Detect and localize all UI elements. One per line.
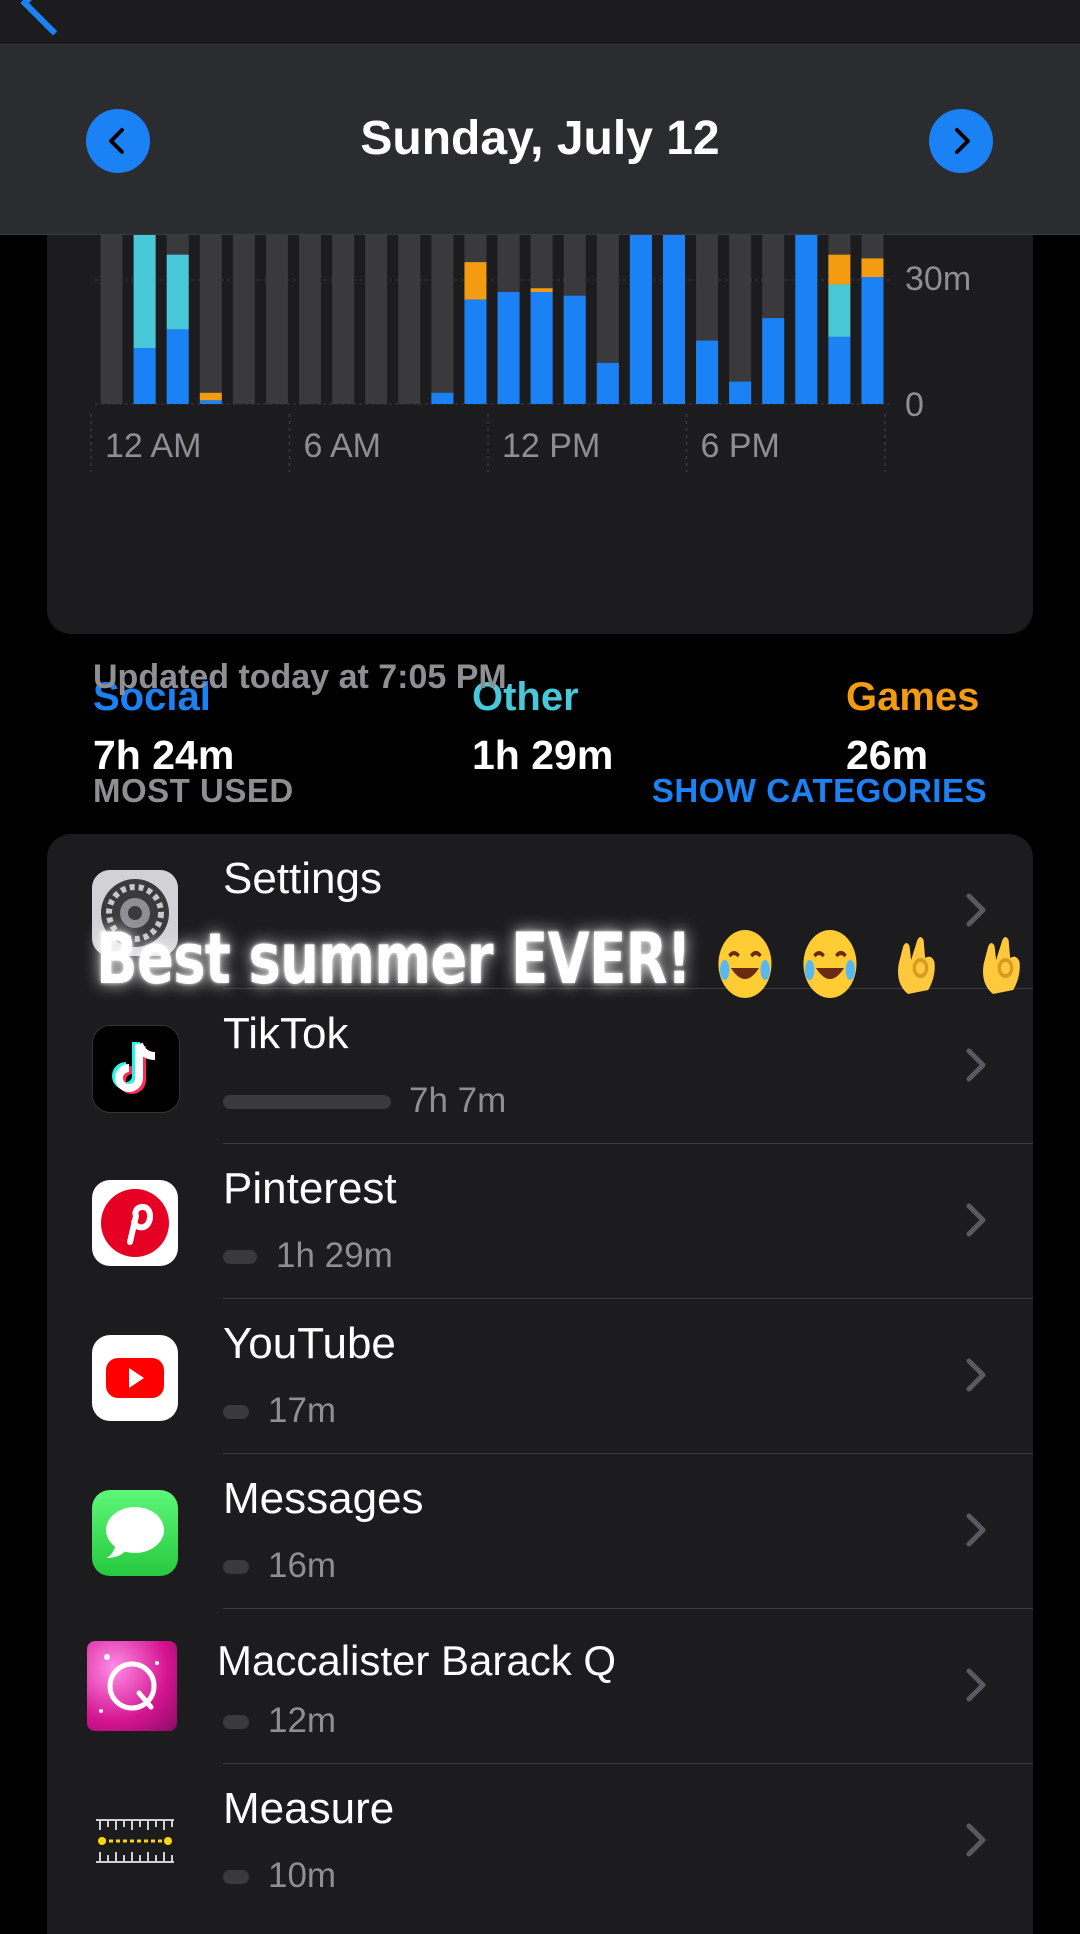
- usage-value: 17m: [268, 1391, 337, 1430]
- bar-segment-social: [166, 329, 189, 404]
- legend-games: Games 26m: [846, 675, 979, 779]
- chevron-right-icon: [966, 1823, 986, 1857]
- bar-segment-games: [530, 288, 553, 292]
- q-app-icon: [87, 1641, 177, 1731]
- app-name: Maccalister Barack Q: [217, 1637, 617, 1684]
- usage-value: 10m: [268, 1856, 337, 1895]
- back-chevron-icon[interactable]: [20, 0, 86, 36]
- usage-value: 16m: [268, 1546, 337, 1585]
- app-name: Settings: [223, 854, 382, 903]
- usage-value: 7h 7m: [409, 1081, 507, 1120]
- bar-segment-social: [199, 400, 222, 404]
- tiktok-icon: [92, 1025, 180, 1113]
- pinterest-icon: [92, 1180, 178, 1266]
- usage-value: 12m: [268, 1701, 337, 1740]
- measure-icon: [92, 1800, 178, 1886]
- app-row-q-app[interactable]: Maccalister Barack Q 12m: [47, 1609, 1033, 1764]
- bar-segment-social: [464, 299, 487, 404]
- app-row-messages[interactable]: Messages 16m: [47, 1454, 1033, 1609]
- chevron-right-icon: [966, 1358, 986, 1392]
- bar-segment-games: [199, 392, 222, 401]
- x-tick-label: 6 PM: [701, 427, 780, 465]
- chevron-right-icon: [966, 1513, 986, 1547]
- app-row-youtube[interactable]: YouTube 17m: [47, 1299, 1033, 1454]
- chevron-right-icon: [955, 128, 970, 154]
- chevron-right-icon: [966, 1048, 986, 1082]
- x-tick-label: 6 AM: [304, 427, 381, 465]
- usage-bar: [223, 1560, 249, 1574]
- app-name: Messages: [223, 1474, 424, 1523]
- top-strip: [0, 0, 1080, 45]
- laughing-crying-emoji-icon: [803, 929, 857, 998]
- bar-segment-other: [166, 254, 189, 330]
- youtube-icon: [92, 1335, 178, 1421]
- app-name: YouTube: [223, 1319, 396, 1368]
- app-name: Pinterest: [223, 1164, 397, 1213]
- bar-segment-social: [497, 292, 520, 404]
- laughing-crying-emoji-icon: [718, 929, 772, 998]
- bar-segment-social: [431, 392, 454, 404]
- bar-segment-social: [861, 277, 884, 404]
- bar-segment-social: [629, 217, 652, 404]
- bar-segment-social: [696, 340, 719, 404]
- bar-segment-social: [530, 292, 553, 404]
- messages-icon: [92, 1490, 178, 1576]
- bar-segment-social: [828, 336, 851, 404]
- app-name: Measure: [223, 1784, 395, 1833]
- most-used-label: MOST USED: [93, 772, 294, 809]
- app-row-tiktok[interactable]: TikTok 7h 7m: [47, 989, 1033, 1144]
- chevron-right-icon: [966, 1668, 986, 1702]
- chevron-right-icon: [966, 1203, 986, 1237]
- usage-chart-card: 30m 0 12 AM 6 AM 12 PM 6 PM Social 7h 24m Oth…: [47, 180, 1033, 778]
- bar-segment-social: [133, 348, 156, 404]
- legend-other-value: 1h 29m: [472, 732, 614, 778]
- app-name: TikTok: [223, 1009, 349, 1058]
- bar-segment-social: [563, 295, 586, 404]
- date-title: Sunday, July 12: [360, 112, 720, 165]
- usage-bar: [223, 1405, 249, 1419]
- usage-bar: [223, 1250, 257, 1264]
- y-tick-label: 30m: [905, 260, 971, 298]
- bar-segment-other: [828, 284, 851, 337]
- date-header: Sunday, July 12: [0, 45, 1080, 235]
- bar-segment-social: [762, 318, 785, 404]
- next-day-button[interactable]: [929, 109, 993, 173]
- app-row-pinterest[interactable]: Pinterest 1h 29m: [47, 1144, 1033, 1299]
- app-row-measure[interactable]: Measure 10m: [47, 1764, 1033, 1919]
- bar-segment-games: [861, 258, 884, 278]
- bar-segment-social: [795, 217, 818, 404]
- y-tick-label: 0: [905, 386, 924, 424]
- bar-segment-games: [828, 254, 851, 285]
- bar-segment-social: [596, 362, 619, 404]
- x-tick-label: 12 AM: [105, 427, 201, 465]
- bar-segment-games: [464, 262, 487, 300]
- updated-timestamp: Updated today at 7:05 PM: [93, 658, 507, 696]
- ok-hand-emoji-icon: [983, 936, 1020, 994]
- ok-hand-emoji-icon: [897, 936, 935, 994]
- usage-bar-chart: 30m 0 12 AM 6 AM 12 PM 6 PM: [90, 180, 971, 472]
- usage-bar: [223, 1870, 249, 1884]
- bar-segment-social: [729, 381, 752, 404]
- bar-segment-social: [662, 217, 685, 404]
- usage-bar: [223, 1715, 249, 1729]
- usage-value: 1h 29m: [276, 1236, 393, 1275]
- x-tick-label: 12 PM: [502, 427, 600, 465]
- legend-games-name: Games: [846, 675, 980, 719]
- usage-bar: [223, 1095, 391, 1109]
- show-categories-button[interactable]: SHOW CATEGORIES: [652, 772, 987, 810]
- overlay-caption: Best summer EVER!: [96, 918, 1032, 1004]
- caption-text: Best summer EVER!: [96, 918, 692, 1000]
